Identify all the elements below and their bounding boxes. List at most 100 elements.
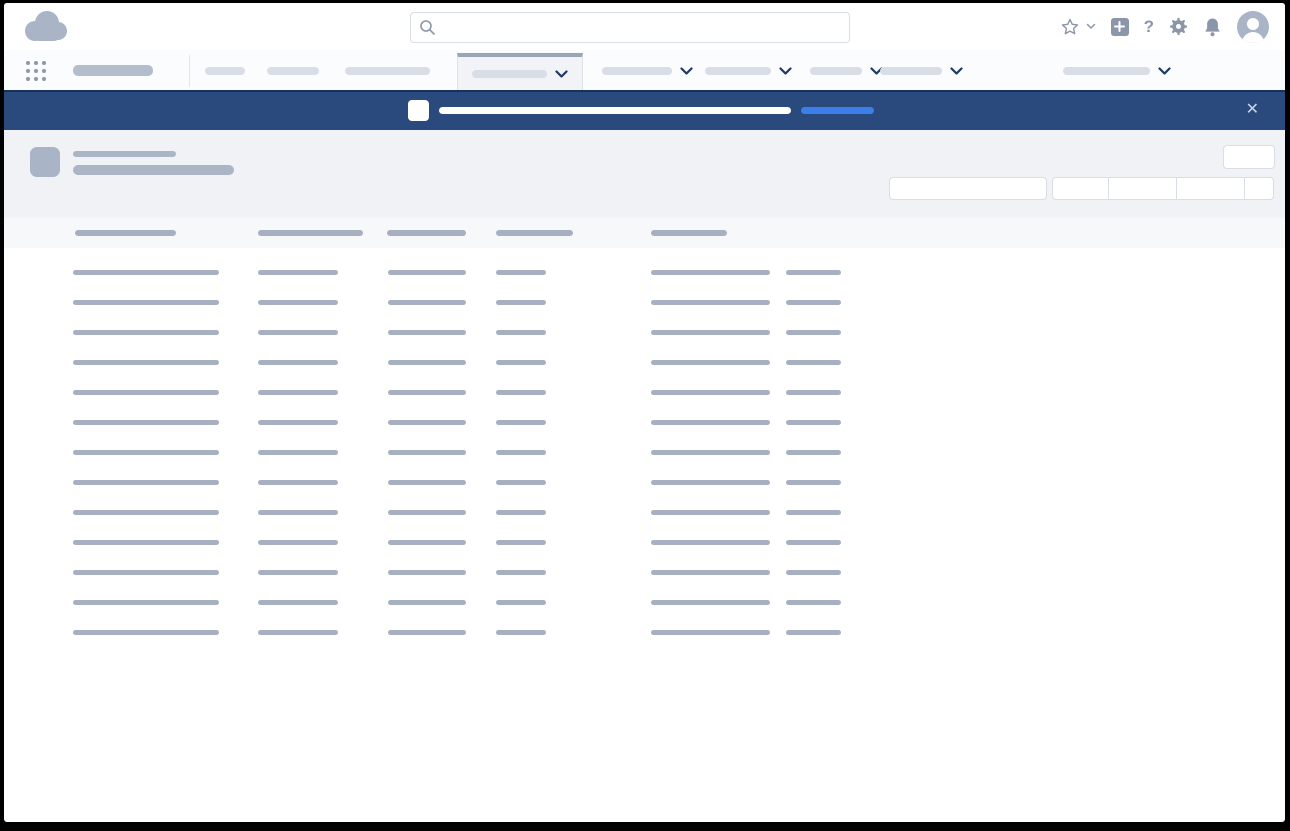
cell-value-placeholder xyxy=(73,570,219,575)
nav-tab-label-placeholder xyxy=(705,67,771,75)
object-entity-icon xyxy=(30,147,60,177)
list-controls-button-group xyxy=(1052,177,1274,200)
nav-tab[interactable] xyxy=(705,50,792,92)
page-action-button[interactable] xyxy=(1223,145,1275,169)
cell-value-placeholder xyxy=(73,600,219,605)
list-control-button[interactable] xyxy=(1176,178,1244,199)
cell-value-placeholder xyxy=(651,540,770,545)
table-row[interactable] xyxy=(4,588,1285,618)
cell-value-placeholder xyxy=(388,420,466,425)
cell-value-placeholder xyxy=(258,420,338,425)
column-header-placeholder[interactable] xyxy=(387,230,466,236)
cell-value-placeholder xyxy=(73,330,219,335)
app-launcher-waffle-icon[interactable] xyxy=(26,61,46,81)
cell-value-placeholder xyxy=(651,420,770,425)
table-row[interactable] xyxy=(4,408,1285,438)
nav-tab[interactable] xyxy=(880,50,963,92)
nav-tab[interactable] xyxy=(345,50,430,92)
column-header-placeholder[interactable] xyxy=(75,230,176,236)
cell-value-placeholder xyxy=(388,330,466,335)
table-row[interactable] xyxy=(4,468,1285,498)
cell-value-placeholder xyxy=(258,330,338,335)
nav-tab[interactable] xyxy=(602,50,693,92)
cell-value-placeholder xyxy=(258,450,338,455)
global-search-box[interactable] xyxy=(410,12,850,43)
nav-tab-label-placeholder xyxy=(810,67,862,75)
table-row[interactable] xyxy=(4,618,1285,648)
cell-value-placeholder xyxy=(388,450,466,455)
cell-value-placeholder xyxy=(496,330,546,335)
cell-value-placeholder xyxy=(496,360,546,365)
cell-value-placeholder xyxy=(496,390,546,395)
add-plus-icon[interactable] xyxy=(1111,18,1129,36)
table-row[interactable] xyxy=(4,558,1285,588)
column-header-placeholder[interactable] xyxy=(651,230,727,236)
help-question-icon[interactable]: ? xyxy=(1144,17,1154,37)
setup-gear-icon[interactable] xyxy=(1169,17,1188,36)
avatar-shoulders-shape xyxy=(1242,32,1264,43)
cell-value-placeholder xyxy=(786,330,841,335)
nav-tab[interactable] xyxy=(205,50,245,92)
user-avatar[interactable] xyxy=(1237,11,1269,43)
nav-tab[interactable] xyxy=(267,50,319,92)
nav-tab-label-placeholder xyxy=(267,67,319,75)
column-header-placeholder[interactable] xyxy=(258,230,363,236)
cell-value-placeholder xyxy=(388,300,466,305)
table-row[interactable] xyxy=(4,258,1285,288)
nav-tab-label-placeholder xyxy=(880,67,942,75)
cell-value-placeholder xyxy=(786,570,841,575)
column-header-placeholder[interactable] xyxy=(496,230,573,236)
favorites-star-icon[interactable] xyxy=(1060,17,1080,37)
nav-tab[interactable] xyxy=(1063,50,1171,92)
nav-tab-selected[interactable] xyxy=(457,53,583,90)
app-name-placeholder xyxy=(73,65,153,76)
chevron-down-icon xyxy=(779,67,792,75)
table-row[interactable] xyxy=(4,348,1285,378)
cell-value-placeholder xyxy=(496,300,546,305)
notifications-bell-icon[interactable] xyxy=(1203,17,1222,37)
nav-tab-label-placeholder xyxy=(472,70,547,78)
cell-value-placeholder xyxy=(258,480,338,485)
cell-value-placeholder xyxy=(651,360,770,365)
list-control-button[interactable] xyxy=(1244,178,1273,199)
table-row[interactable] xyxy=(4,498,1285,528)
cell-value-placeholder xyxy=(651,390,770,395)
banner-link-placeholder[interactable] xyxy=(801,107,874,114)
cell-value-placeholder xyxy=(73,270,219,275)
cell-value-placeholder xyxy=(258,630,338,635)
table-row[interactable] xyxy=(4,438,1285,468)
cell-value-placeholder xyxy=(73,450,219,455)
nav-tab[interactable] xyxy=(810,50,883,92)
cell-value-placeholder xyxy=(651,270,770,275)
nav-tab-label-placeholder xyxy=(1063,67,1150,75)
cell-value-placeholder xyxy=(496,420,546,425)
cell-value-placeholder xyxy=(786,450,841,455)
banner-message-placeholder xyxy=(439,107,791,114)
cell-value-placeholder xyxy=(496,450,546,455)
favorites-chevron-down-icon[interactable] xyxy=(1086,23,1096,30)
page-header xyxy=(4,130,1285,218)
nav-divider xyxy=(189,55,190,87)
cell-value-placeholder xyxy=(496,540,546,545)
table-row[interactable] xyxy=(4,378,1285,408)
cell-value-placeholder xyxy=(388,360,466,365)
cell-value-placeholder xyxy=(73,390,219,395)
banner-close-icon[interactable]: ✕ xyxy=(1246,99,1259,121)
list-control-button[interactable] xyxy=(1053,178,1108,199)
list-control-button[interactable] xyxy=(1108,178,1176,199)
salesforce-cloud-logo-icon[interactable] xyxy=(22,11,68,43)
cell-value-placeholder xyxy=(258,600,338,605)
cell-value-placeholder xyxy=(651,330,770,335)
nav-tab-label-placeholder xyxy=(602,67,672,75)
table-body xyxy=(4,248,1285,648)
list-search-input[interactable] xyxy=(889,177,1047,200)
global-search-input[interactable] xyxy=(436,12,849,43)
cell-value-placeholder xyxy=(786,540,841,545)
table-row[interactable] xyxy=(4,288,1285,318)
cell-value-placeholder xyxy=(496,270,546,275)
cell-value-placeholder xyxy=(651,300,770,305)
table-row[interactable] xyxy=(4,318,1285,348)
header-icons: ? xyxy=(1060,3,1269,50)
cell-value-placeholder xyxy=(73,540,219,545)
table-row[interactable] xyxy=(4,528,1285,558)
